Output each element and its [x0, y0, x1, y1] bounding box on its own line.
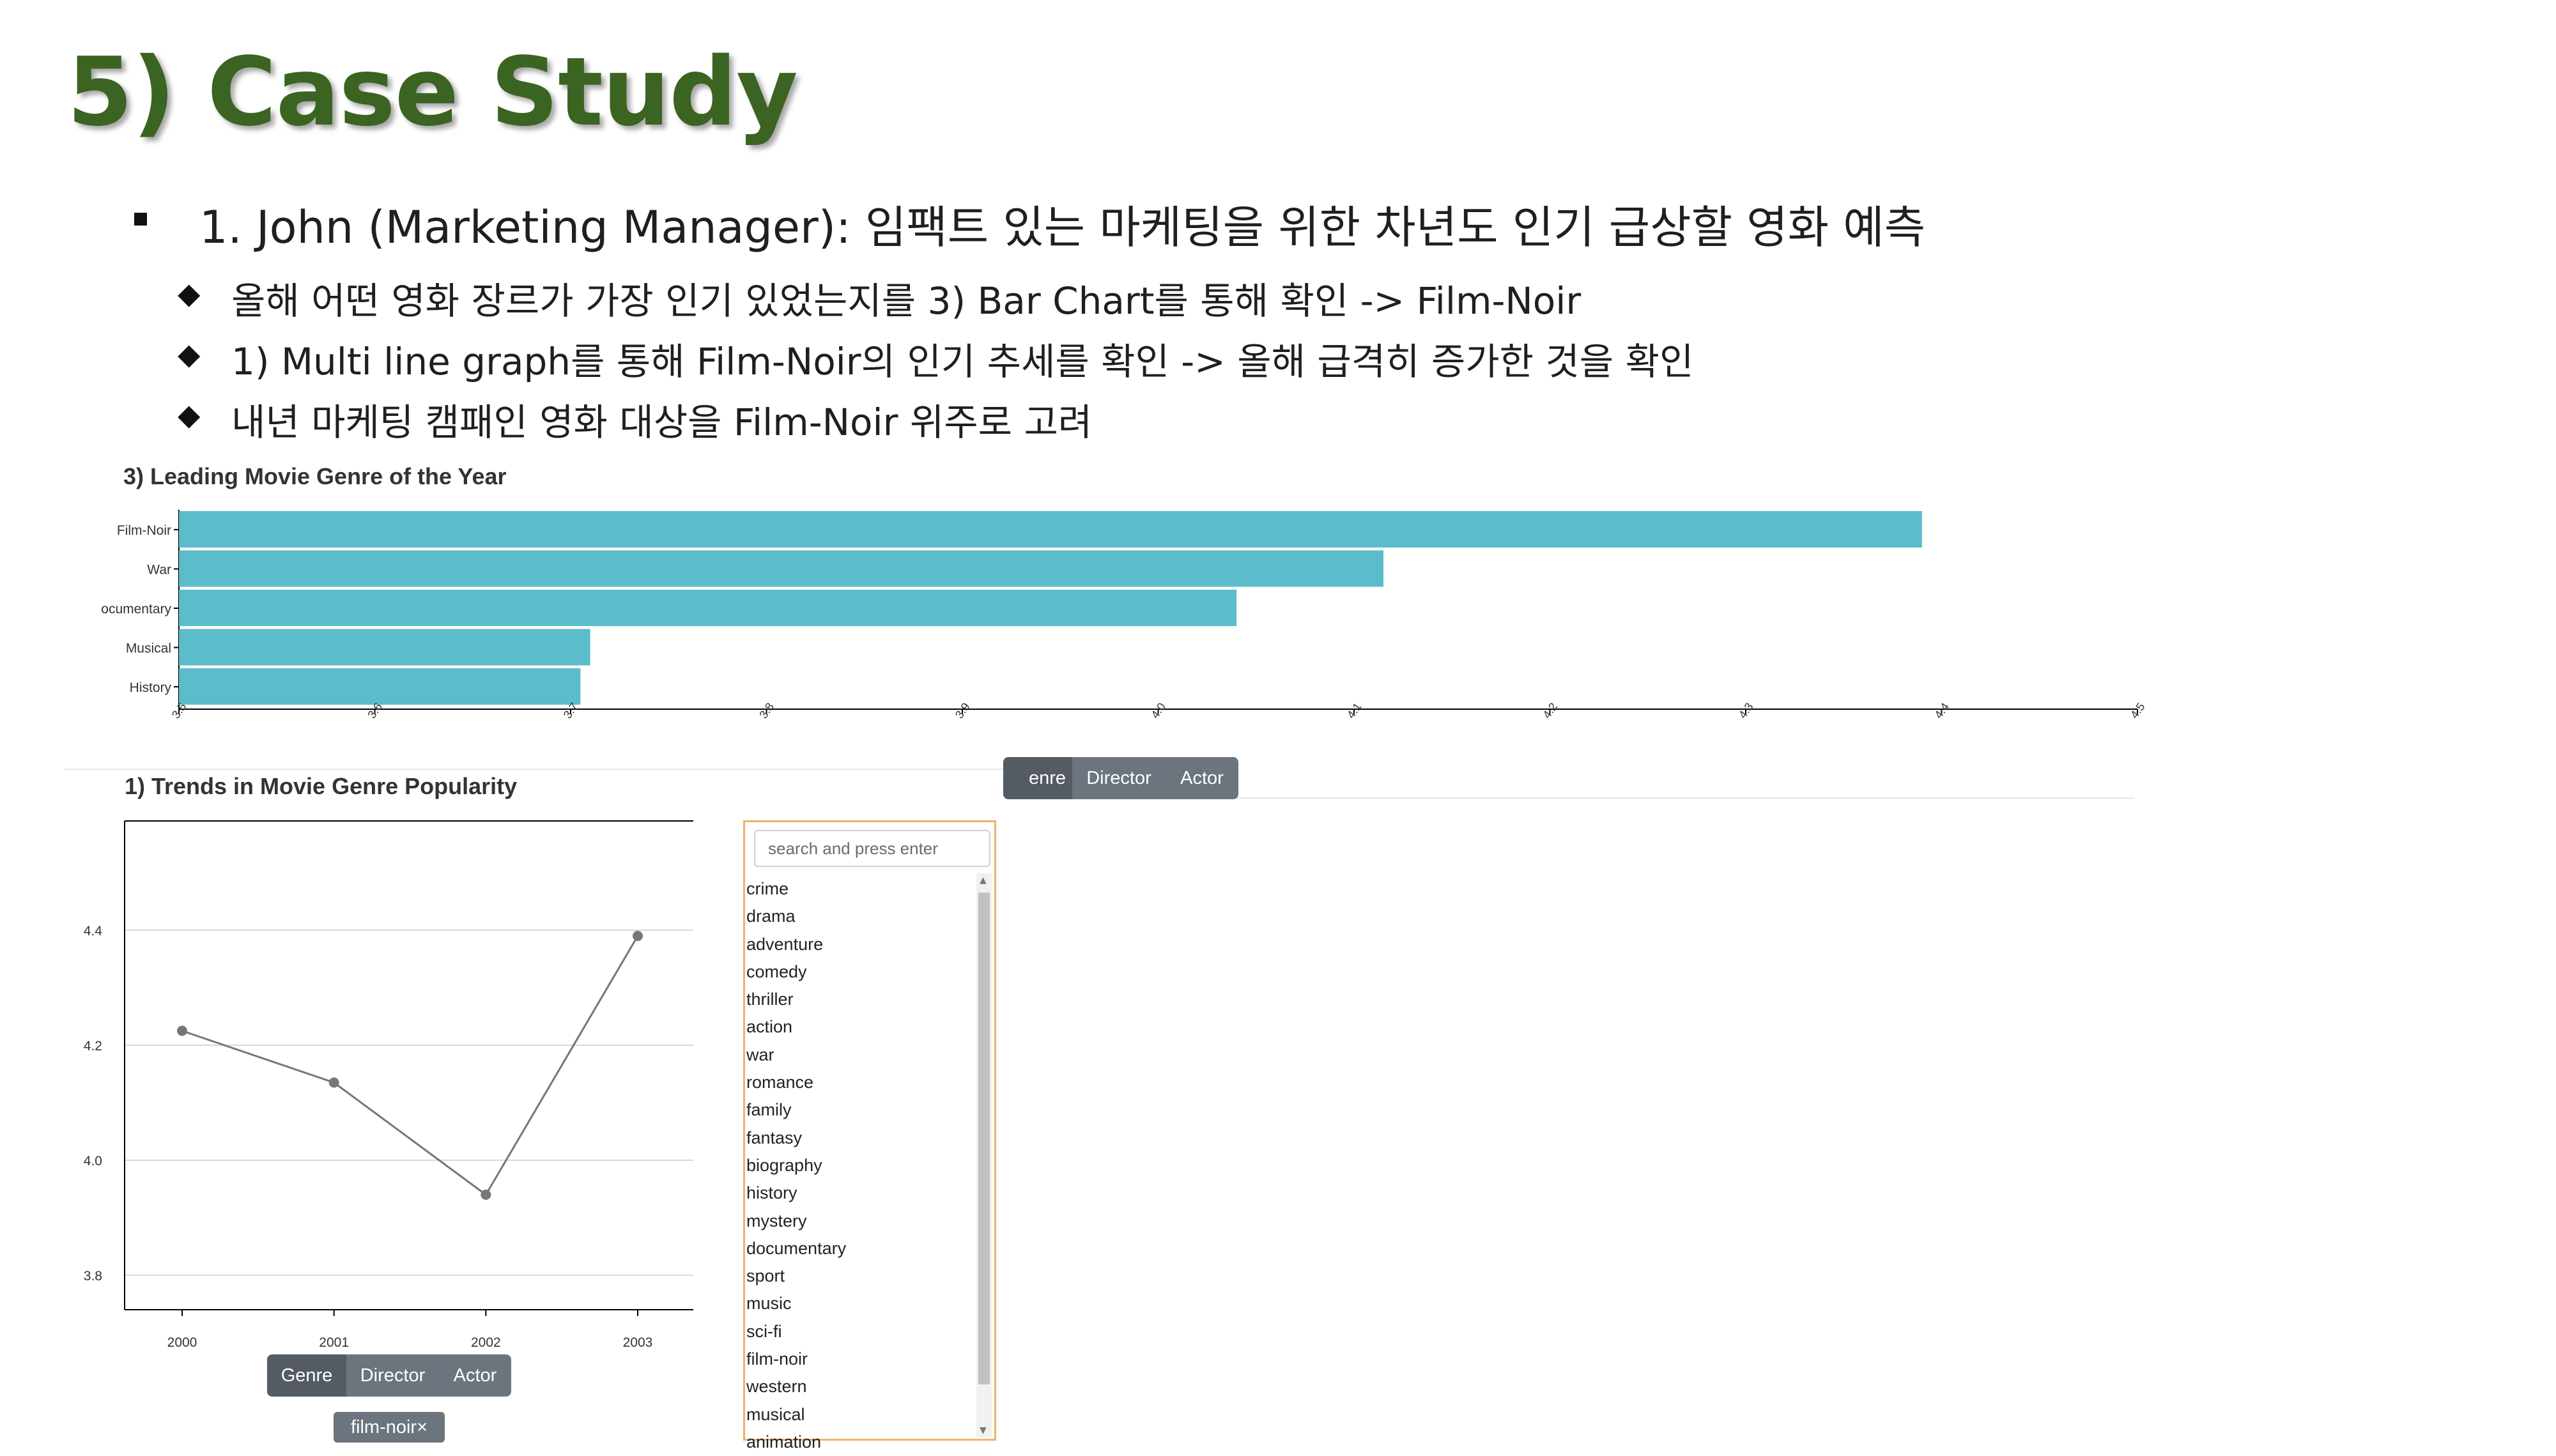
x-tick-label: 4.1 — [1344, 700, 1364, 721]
y-tick-label: Musical — [126, 641, 171, 656]
genre-list-item[interactable]: family — [745, 1096, 982, 1124]
director-button[interactable]: Director — [1072, 757, 1166, 799]
sub-bullet-2: 1) Multi line graph를 통해 Film-Noir의 인기 추세… — [231, 340, 1694, 383]
sub-bullet-1: 올해 어떤 영화 장르가 가장 인기 있었는지를 3) Bar Chart를 통… — [231, 279, 1582, 323]
actor-button[interactable]: Actor — [439, 1354, 511, 1397]
bar-mode-button-group: enre Director Actor — [1003, 757, 1238, 799]
y-tick-label: 4.2 — [84, 1039, 102, 1054]
genre-list-item[interactable]: action — [745, 1013, 982, 1041]
data-point — [177, 1025, 187, 1036]
x-tick-label: 4.5 — [2128, 700, 2148, 721]
sub-bullet-3: 내년 마케팅 캠패인 영화 대상을 Film-Noir 위주로 고려 — [231, 401, 1093, 444]
bar — [179, 590, 1237, 626]
x-tick-label: 3.8 — [757, 700, 776, 721]
genre-list: crime drama adventure comedy thriller action w… — [745, 875, 982, 1456]
diamond-bullet-icon: ◆ — [178, 397, 201, 432]
x-tick-label: 2001 — [319, 1335, 349, 1350]
line-chart: 3.8 4.0 4.2 4.4 2000 2001 2002 2003 — [84, 820, 693, 1350]
genre-list-item[interactable]: war — [745, 1041, 982, 1069]
bar — [179, 668, 581, 705]
y-tick-label: 4.0 — [84, 1154, 102, 1169]
genre-list-item[interactable]: sport — [745, 1262, 982, 1290]
genre-list-item[interactable]: sci-fi — [745, 1318, 982, 1345]
genre-button[interactable]: Genre — [267, 1354, 346, 1397]
genre-list-item[interactable]: crime — [745, 875, 982, 903]
scroll-thumb[interactable] — [978, 893, 990, 1384]
director-button[interactable]: Director — [346, 1354, 439, 1397]
data-point — [481, 1190, 491, 1200]
x-tick-label: 3.9 — [953, 700, 973, 721]
square-bullet-icon — [134, 213, 147, 226]
genre-list-item[interactable]: biography — [745, 1152, 982, 1179]
genre-list-item[interactable]: musical — [745, 1401, 982, 1429]
scrollbar[interactable]: ▲ ▼ — [976, 873, 992, 1437]
bar — [179, 629, 590, 666]
data-point — [633, 931, 643, 941]
bar-chart-title: 3) Leading Movie Genre of the Year — [123, 463, 507, 489]
divider — [1233, 797, 2134, 799]
genre-list-item[interactable]: music — [745, 1290, 982, 1317]
bar — [179, 511, 1922, 548]
slide-title: 5) Case Study — [67, 37, 798, 147]
x-tick-label: 4.0 — [1148, 700, 1168, 721]
y-tick-label: History — [130, 680, 172, 695]
genre-list-item[interactable]: comedy — [745, 958, 982, 986]
genre-list-item[interactable]: adventure — [745, 931, 982, 958]
diamond-bullet-icon: ◆ — [178, 276, 201, 310]
genre-button[interactable]: enre — [1003, 757, 1072, 799]
bar-chart: Film-NoirWarocumentaryMusicalHistory3.5 3… — [101, 510, 2148, 721]
line-mode-button-group: Genre Director Actor — [267, 1354, 511, 1397]
x-tick-label: 2000 — [167, 1335, 197, 1350]
genre-list-item[interactable]: animation — [745, 1429, 982, 1456]
bar — [179, 550, 1383, 587]
y-tick-label: 4.4 — [84, 924, 103, 939]
genre-list-item[interactable]: history — [745, 1179, 982, 1207]
genre-list-item[interactable]: drama — [745, 903, 982, 930]
genre-list-item[interactable]: film-noir — [745, 1345, 982, 1373]
genre-list-item[interactable]: western — [745, 1373, 982, 1400]
series-line — [181, 935, 639, 1197]
scroll-down-icon[interactable]: ▼ — [980, 1426, 987, 1435]
diamond-bullet-icon: ◆ — [178, 337, 201, 371]
divider — [64, 769, 1003, 770]
genre-list-item[interactable]: mystery — [745, 1207, 982, 1235]
x-tick-label: 2002 — [471, 1335, 501, 1350]
y-tick-label: Film-Noir — [117, 523, 171, 538]
line-chart-title: 1) Trends in Movie Genre Popularity — [125, 773, 518, 799]
genre-search-panel: crimedramaadventurecomedythrilleractionw… — [743, 820, 996, 1452]
y-tick-label: War — [147, 563, 171, 578]
x-tick-label: 4.3 — [1736, 700, 1756, 721]
x-tick-label: 2003 — [623, 1335, 653, 1350]
genre-list-item[interactable]: romance — [745, 1069, 982, 1096]
main-bullet-text: 1. John (Marketing Manager): 임팩트 있는 마케팅을… — [199, 201, 1926, 254]
search-input[interactable] — [754, 830, 990, 867]
data-point — [328, 1077, 339, 1088]
x-tick-label: 4.2 — [1540, 700, 1560, 721]
genre-list-item[interactable]: fantasy — [745, 1124, 982, 1152]
scroll-up-icon[interactable]: ▲ — [980, 876, 987, 885]
genre-list-item[interactable]: thriller — [745, 986, 982, 1013]
y-tick-label: 3.8 — [84, 1269, 102, 1284]
x-tick-label: 4.4 — [1932, 700, 1952, 721]
y-tick-label: ocumentary — [101, 602, 171, 617]
genre-list-item[interactable]: documentary — [745, 1235, 982, 1262]
selected-genre-tag[interactable]: film-noir× — [334, 1412, 445, 1443]
actor-button[interactable]: Actor — [1166, 757, 1238, 799]
